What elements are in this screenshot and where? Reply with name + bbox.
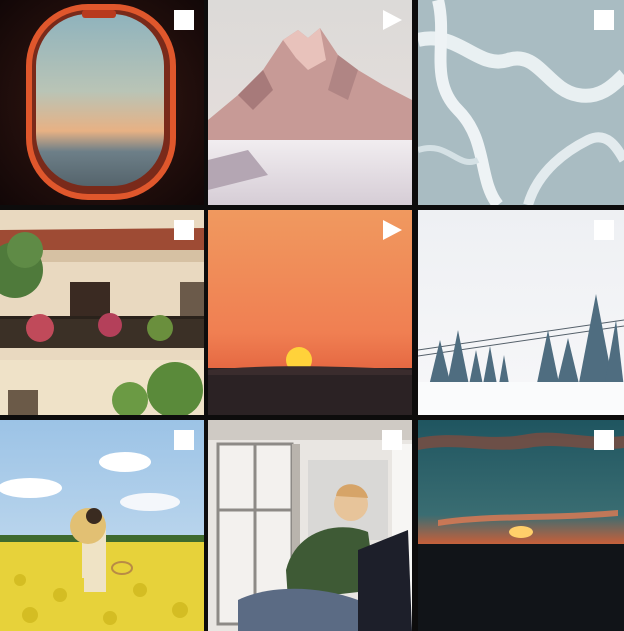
grid-tile-airplane-window[interactable] — [0, 0, 204, 205]
grid-tile-frozen-river[interactable] — [418, 0, 624, 205]
multi-photo-icon — [593, 429, 615, 451]
grid-tile-balcony-house[interactable] — [0, 210, 204, 415]
multi-photo-icon — [173, 219, 195, 241]
play-icon — [381, 219, 403, 241]
grid-tile-snowy-forest[interactable] — [418, 210, 624, 415]
sea-sunset-image — [418, 420, 624, 631]
grid-tile-sea-sunset[interactable] — [418, 420, 624, 631]
grid-tile-couple-window[interactable] — [208, 420, 412, 631]
rapeseed-field-image — [0, 420, 204, 631]
grid-tile-rapeseed-field[interactable] — [0, 420, 204, 631]
multi-photo-icon — [381, 429, 403, 451]
grid-tile-orange-sunset[interactable] — [208, 210, 412, 415]
photo-grid — [0, 0, 624, 631]
multi-photo-icon — [173, 429, 195, 451]
couple-window-image — [208, 420, 412, 631]
multi-photo-icon — [593, 219, 615, 241]
play-icon — [381, 9, 403, 31]
grid-tile-mountain-peak[interactable] — [208, 0, 412, 205]
multi-photo-icon — [173, 9, 195, 31]
multi-photo-icon — [593, 9, 615, 31]
